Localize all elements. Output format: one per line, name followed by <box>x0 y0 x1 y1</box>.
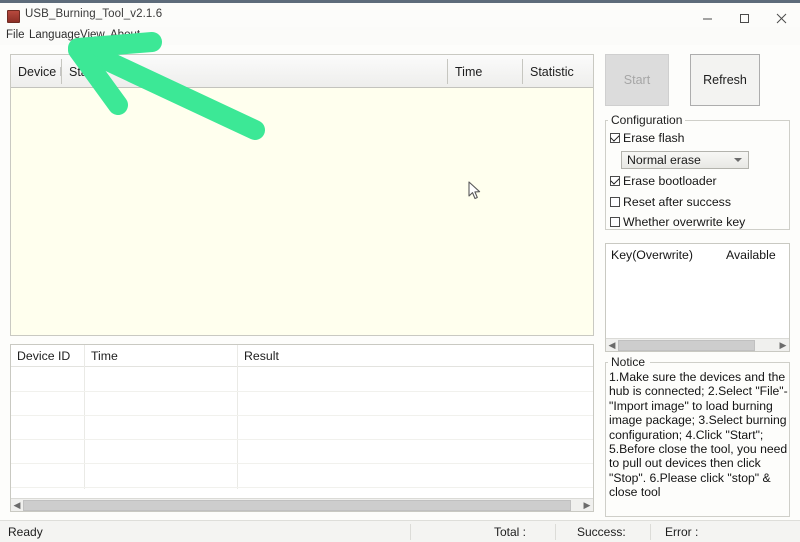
device-list-panel[interactable]: Device ID Status Time Statistic <box>10 54 594 336</box>
row-divider <box>11 391 593 392</box>
menu-item-view[interactable]: View <box>80 29 105 41</box>
scroll-thumb[interactable] <box>23 499 571 511</box>
checkbox-erase-bootloader[interactable]: Erase bootloader <box>610 174 717 188</box>
checkbox-reset-after-success[interactable]: Reset after success <box>610 195 731 209</box>
configuration-title: Configuration <box>608 113 686 127</box>
title-bar: USB_Burning_Tool_v2.1.6 <box>0 3 800 27</box>
app-window: USB_Burning_Tool_v2.1.6 File Language Vi… <box>0 0 800 542</box>
column-header-result-result[interactable]: Result <box>238 345 588 367</box>
checkbox-label: Erase bootloader <box>623 174 717 188</box>
window-title: USB_Burning_Tool_v2.1.6 <box>25 8 163 20</box>
group-border-right <box>675 120 790 121</box>
column-header-status[interactable]: Status <box>62 55 446 88</box>
chevron-down-icon[interactable] <box>734 158 742 162</box>
key-list-header: Key(Overwrite) Available <box>606 244 789 265</box>
menu-item-file[interactable]: File <box>6 29 25 41</box>
menu-bar: File Language View About <box>0 27 800 45</box>
checkbox-icon[interactable] <box>610 217 620 227</box>
device-list-body[interactable] <box>11 88 593 335</box>
status-divider <box>555 524 556 540</box>
row-divider <box>11 487 593 488</box>
notice-text: 1.Make sure the devices and the hub is c… <box>609 370 788 500</box>
checkbox-label: Reset after success <box>623 195 731 209</box>
column-header-device-id[interactable]: Device ID <box>11 55 61 88</box>
status-state: Ready <box>8 525 43 539</box>
checkbox-whether-overwrite-key[interactable]: Whether overwrite key <box>610 215 745 229</box>
erase-mode-dropdown[interactable]: Normal erase <box>621 151 749 169</box>
notice-border-right <box>650 362 790 363</box>
app-icon <box>7 10 20 23</box>
notice-title: Notice <box>608 355 649 369</box>
column-divider <box>237 345 238 489</box>
scroll-right-icon[interactable]: ▶ <box>777 340 789 350</box>
result-list-hscrollbar[interactable]: ◀ ▶ <box>11 498 593 511</box>
checkbox-icon[interactable] <box>610 197 620 207</box>
key-list-hscrollbar[interactable]: ◀ ▶ <box>606 338 789 351</box>
status-bar: Ready Total : Success: Error : <box>0 520 800 542</box>
status-divider <box>410 524 411 540</box>
checkbox-label: Erase flash <box>623 131 685 145</box>
column-divider <box>84 345 85 489</box>
erase-mode-value: Normal erase <box>627 153 701 167</box>
scroll-thumb[interactable] <box>618 339 755 351</box>
refresh-button[interactable]: Refresh <box>690 54 760 106</box>
key-list-panel[interactable]: Key(Overwrite) Available ◀ ▶ <box>605 243 790 352</box>
column-header-time[interactable]: Time <box>448 55 522 88</box>
row-divider <box>11 463 593 464</box>
status-error-label: Error : <box>665 525 699 539</box>
checkbox-icon[interactable] <box>610 176 620 186</box>
column-header-result-device-id[interactable]: Device ID <box>11 345 84 367</box>
row-divider <box>11 439 593 440</box>
status-divider <box>650 524 651 540</box>
start-button[interactable]: Start <box>605 54 669 106</box>
status-total-label: Total : <box>494 525 527 539</box>
column-header-key-overwrite[interactable]: Key(Overwrite) <box>611 248 693 262</box>
menu-item-language[interactable]: Language <box>29 29 80 41</box>
checkbox-label: Whether overwrite key <box>623 215 746 229</box>
result-list-panel[interactable]: Device ID Time Result ◀ ▶ <box>10 344 594 512</box>
column-header-available[interactable]: Available <box>726 248 776 262</box>
status-success-label: Success: <box>577 525 626 539</box>
menu-item-about[interactable]: About <box>110 29 140 41</box>
row-divider <box>11 415 593 416</box>
column-header-result-time[interactable]: Time <box>85 345 237 367</box>
result-list-header: Device ID Time Result <box>11 345 593 367</box>
column-header-statistic[interactable]: Statistic <box>523 55 593 88</box>
scroll-left-icon[interactable]: ◀ <box>11 500 23 510</box>
scroll-left-icon[interactable]: ◀ <box>606 340 618 350</box>
device-list-header: Device ID Status Time Statistic <box>11 55 593 88</box>
checkbox-erase-flash[interactable]: Erase flash <box>610 131 685 145</box>
scroll-right-icon[interactable]: ▶ <box>581 500 593 510</box>
checkbox-icon[interactable] <box>610 133 620 143</box>
